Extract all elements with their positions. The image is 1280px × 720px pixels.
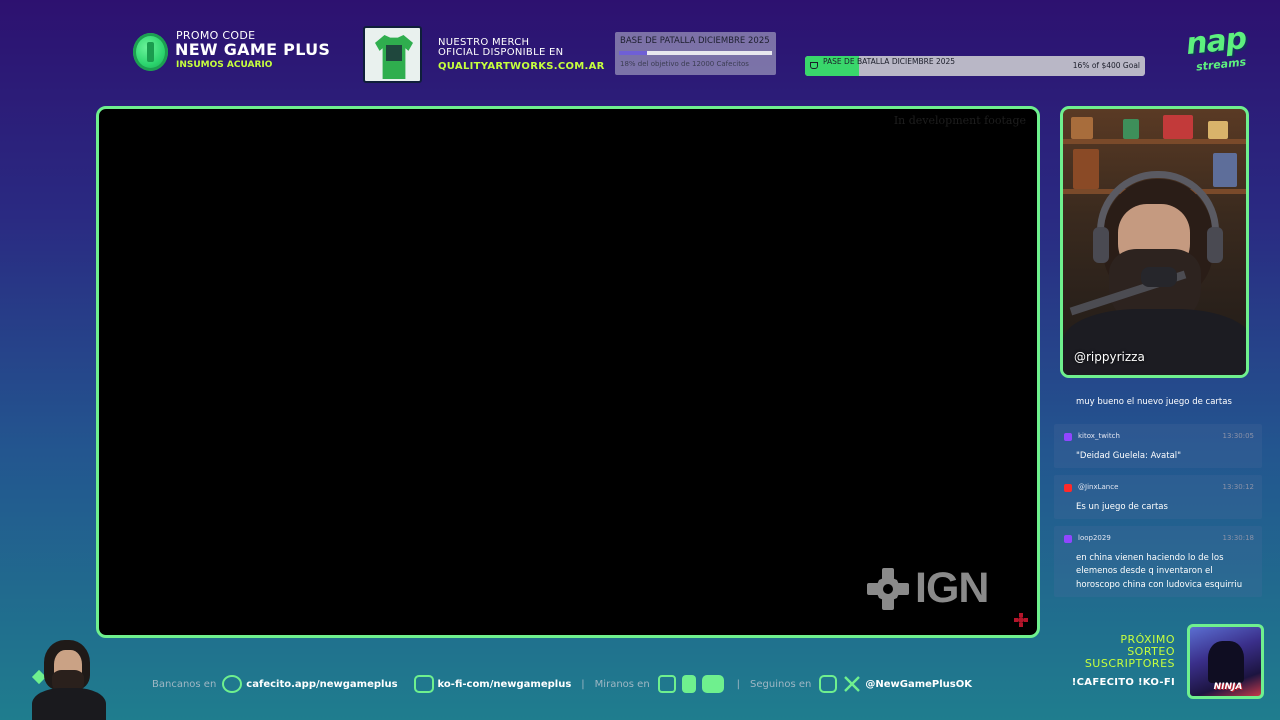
chat-message: @JinxLance 13:30:12 Es un juego de carta…	[1054, 475, 1262, 519]
prize-character	[1208, 641, 1244, 683]
headphone-ear-right	[1207, 227, 1223, 263]
kofi-link[interactable]: ko-fi-com/newgameplus	[438, 679, 572, 690]
kofi-cup-icon	[810, 62, 818, 69]
cafecito-icon	[222, 675, 243, 693]
chat-username: kitox_twitch	[1078, 432, 1120, 440]
youtube-icon	[1064, 484, 1072, 492]
headphone-ear-left	[1093, 227, 1109, 263]
kofi-goal-title: PASE DE BATALLA DICIEMBRE 2025	[823, 57, 956, 66]
streamer-avatar	[30, 640, 110, 720]
sorteo-commands: !CAFECITO !KO-FI	[1071, 677, 1175, 688]
shelf-figure	[1123, 119, 1139, 139]
nap-streams-logo: nap streams	[1184, 21, 1261, 77]
shirt-print	[386, 45, 402, 61]
shelf-figure	[1208, 121, 1228, 139]
seguinos-label: Seguinos en	[750, 678, 812, 690]
webcam-handle: @rippyrizza	[1074, 350, 1145, 364]
cafecito-goal-title: BASE DE PATALLA DICIEMBRE 2025	[620, 36, 770, 46]
promo-coin-icon	[133, 33, 168, 71]
video-watermark: In development footage	[893, 114, 1026, 127]
sorteo-prize-image: NINJA	[1187, 624, 1264, 699]
ign-logo: IGN	[867, 564, 1012, 612]
separator: |	[581, 678, 585, 690]
cafecito-goal-track	[619, 51, 772, 55]
streamer-shirt	[1063, 309, 1246, 375]
twitch-icon	[1064, 535, 1072, 543]
shelf	[1063, 139, 1246, 144]
shelf-figure	[1071, 117, 1093, 139]
webcam-feed: @rippyrizza	[1060, 106, 1249, 378]
chat-message: loop2029 13:30:18 en china vienen hacien…	[1054, 526, 1262, 597]
chat-timestamp: 13:30:12	[1222, 483, 1254, 491]
ign-corner-icon	[1014, 613, 1028, 627]
ign-logo-icon	[867, 568, 909, 610]
merch-line-2: OFICIAL DISPONIBLE EN	[438, 47, 564, 58]
game-video-player[interactable]: In development footage IGN	[96, 106, 1040, 638]
youtube-icon[interactable]	[701, 675, 724, 693]
chat-timestamp: 13:30:18	[1222, 534, 1254, 542]
cafecito-goal-widget: BASE DE PATALLA DICIEMBRE 2025 18% del o…	[615, 32, 776, 75]
twitch-icon	[1064, 433, 1072, 441]
microphone-icon	[1141, 267, 1177, 287]
shelf-figure	[1163, 115, 1193, 139]
kofi-icon	[413, 675, 434, 693]
miranos-label: Miranos en	[594, 678, 650, 690]
prize-title: NINJA	[1213, 682, 1243, 692]
chat-username: @JinxLance	[1078, 483, 1119, 491]
kofi-goal-progress: 16% of $400 Goal	[1072, 61, 1140, 70]
separator: |	[736, 678, 741, 690]
cafecito-goal-subtitle: 18% del objetivo de 12000 Cafecitos	[620, 60, 749, 68]
shelf-figure	[1213, 153, 1237, 187]
shelf-figure	[1073, 149, 1099, 189]
ign-text: IGN	[915, 564, 989, 612]
twitch-icon[interactable]	[657, 675, 676, 693]
avatar-body	[32, 688, 106, 720]
social-handle[interactable]: @NewGamePlusOK	[865, 679, 972, 690]
chat-message-partial: muy bueno el nuevo juego de cartas	[1076, 397, 1232, 407]
chat-text: Es un juego de cartas	[1076, 502, 1168, 512]
promo-sponsor: INSUMOS ACUARIO	[176, 60, 273, 70]
chat-message: kitox_twitch 13:30:05 "Deidad Guelela: A…	[1054, 424, 1262, 468]
chat-username: loop2029	[1078, 534, 1111, 542]
merch-shirt-image	[363, 26, 422, 83]
bancanos-label: Bancanos en	[152, 678, 217, 690]
social-links-bar: Bancanos en cafecito.app/newgameplus ko-…	[152, 675, 972, 693]
sorteo-line-3: SUSCRIPTORES	[1084, 657, 1175, 670]
x-icon[interactable]	[843, 675, 861, 693]
kofi-goal-widget: PASE DE BATALLA DICIEMBRE 2025 16% of $4…	[805, 56, 1145, 76]
cafecito-goal-fill	[619, 51, 647, 55]
merch-site: QUALITYARTWORKS.COM.AR	[438, 61, 605, 72]
kick-icon[interactable]	[681, 675, 696, 693]
chat-timestamp: 13:30:05	[1222, 432, 1254, 440]
headphones-icon	[1097, 171, 1219, 251]
chat-text: "Deidad Guelela: Avatal"	[1076, 451, 1182, 461]
chat-text: en china vienen haciendo lo de los eleme…	[1076, 553, 1243, 590]
sorteo-label: PRÓXIMO SORTEO SUSCRIPTORES	[1040, 634, 1175, 670]
cafecito-link[interactable]: cafecito.app/newgameplus	[246, 679, 397, 690]
promo-code: NEW GAME PLUS	[175, 40, 331, 59]
instagram-icon[interactable]	[819, 675, 838, 693]
